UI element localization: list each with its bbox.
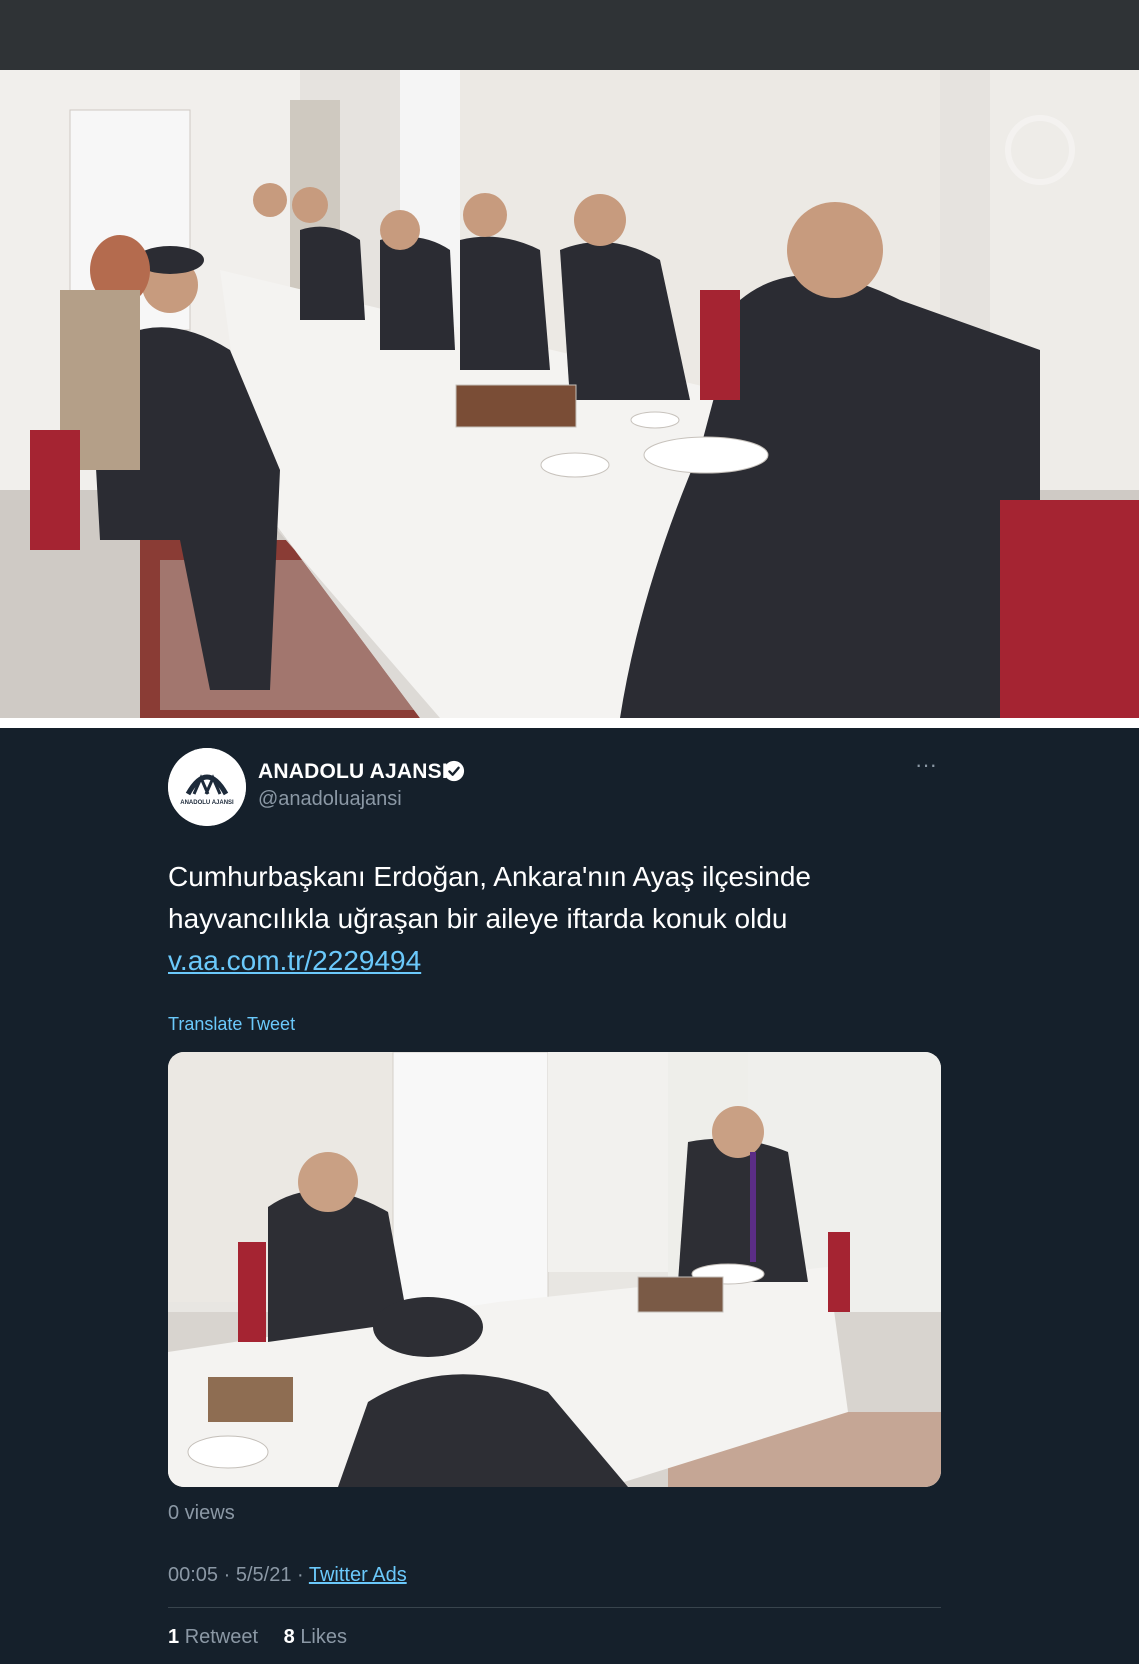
tweet-time[interactable]: 00:05 bbox=[168, 1564, 218, 1586]
separator bbox=[168, 1607, 941, 1608]
retweets-label: Retweet bbox=[184, 1626, 259, 1648]
more-options-icon[interactable]: ··· bbox=[911, 754, 941, 778]
tweet-source-link[interactable]: Twitter Ads bbox=[309, 1564, 407, 1586]
tweet-body: Cumhurbaşkanı Erdoğan, Ankara'nın Ayaş i… bbox=[168, 861, 812, 934]
likes-label: Likes bbox=[300, 1626, 348, 1648]
tweet-date[interactable]: 5/5/21 bbox=[236, 1564, 292, 1586]
tweet-text: Cumhurbaşkanı Erdoğan, Ankara'nın Ayaş i… bbox=[168, 856, 958, 982]
tweet-link[interactable]: v.aa.com.tr/2229494 bbox=[168, 945, 421, 976]
tweet-media[interactable] bbox=[168, 1052, 941, 1487]
anadolu-logo-icon: ANADOLU AJANSI bbox=[168, 748, 246, 826]
likes-stat[interactable]: 8 Likes bbox=[284, 1626, 357, 1648]
author-name[interactable]: ANADOLU AJANSI bbox=[258, 760, 448, 784]
retweets-count: 1 bbox=[168, 1626, 180, 1648]
frame-divider bbox=[0, 718, 1139, 728]
avatar-caption: ANADOLU AJANSI bbox=[180, 800, 234, 806]
verified-badge-icon bbox=[443, 760, 465, 782]
views-count: 0 views bbox=[168, 1502, 235, 1524]
translate-tweet-button[interactable]: Translate Tweet bbox=[168, 1014, 295, 1035]
avatar[interactable]: ANADOLU AJANSI bbox=[168, 748, 246, 826]
tweet-header: ANADOLU AJANSI ANADOLU AJANSI @anadoluaj… bbox=[168, 748, 941, 828]
likes-count: 8 bbox=[283, 1626, 295, 1648]
top-video-frame[interactable] bbox=[0, 70, 1139, 718]
media-image bbox=[168, 1052, 941, 1487]
retweets-stat[interactable]: 1 Retweet bbox=[168, 1626, 268, 1648]
engagement-stats: 1 Retweet 8 Likes bbox=[168, 1626, 367, 1649]
dinner-scene-image bbox=[0, 70, 1139, 718]
author-handle[interactable]: @anadoluajansi bbox=[258, 788, 402, 811]
tweet-meta: 00:05 · 5/5/21 · Twitter Ads bbox=[168, 1564, 407, 1586]
top-bar bbox=[0, 0, 1139, 70]
